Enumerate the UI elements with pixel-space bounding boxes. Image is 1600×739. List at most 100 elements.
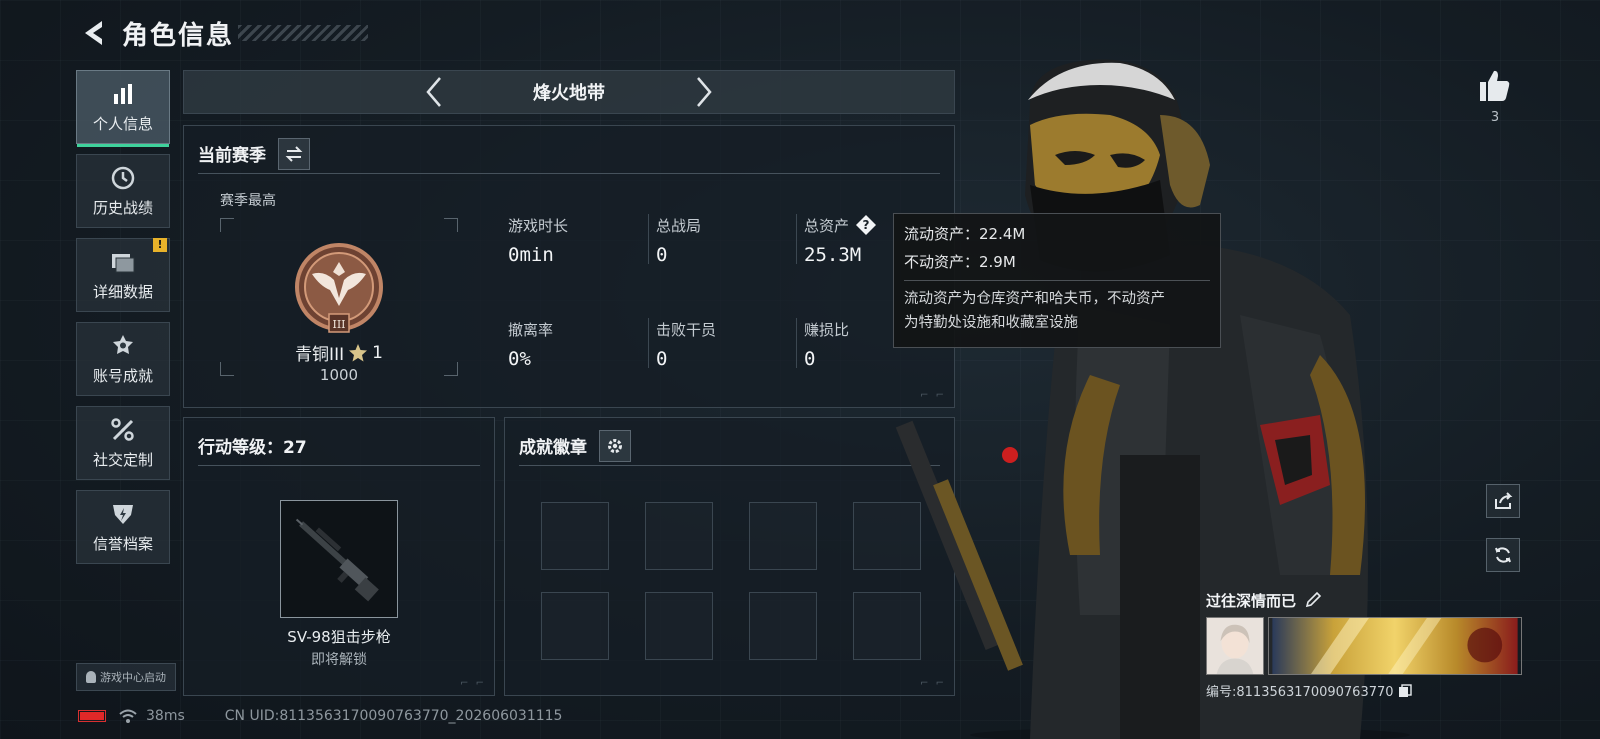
season-switch-button[interactable] (278, 137, 310, 170)
copy-icon[interactable] (1398, 683, 1412, 698)
player-name: 过往深情而已 (1206, 591, 1297, 610)
wifi-icon (119, 709, 137, 723)
page-title: 角色信息 (122, 20, 235, 51)
corner-decoration: ⌐ ⌐ (460, 678, 486, 689)
header: 角色信息 (78, 14, 369, 52)
folders-icon (110, 249, 136, 275)
sidebar-item-detail-data[interactable]: ! 详细数据 (76, 238, 170, 312)
season-panel-header: 当前赛季 (198, 134, 940, 174)
sidebar-item-label: 信誉档案 (92, 534, 153, 553)
game-center-launch-button[interactable]: 游戏中心启动 (76, 663, 176, 691)
badge-slot[interactable] (541, 592, 609, 660)
sidebar-item-credit-record[interactable]: 信誉档案 (76, 490, 170, 564)
swap-arrows-icon (285, 145, 303, 162)
sidebar-item-personal-info[interactable]: 个人信息 (76, 70, 170, 147)
weapon-name: SV-98狙击步枪 (287, 628, 391, 646)
mode-title: 烽火地带 (533, 83, 605, 104)
sidebar-item-label: 历史战绩 (92, 198, 153, 217)
refresh-icon (1495, 547, 1511, 563)
svg-text:III: III (332, 318, 345, 331)
status-bar: 38ms CN UID:8113563170090763770_20260603… (78, 708, 562, 724)
notice-badge: ! (153, 238, 167, 252)
help-icon[interactable]: ? (855, 214, 877, 236)
player-id-row: 编号:8113563170090763770 (1206, 681, 1522, 700)
sidebar-item-social-custom[interactable]: 社交定制 (76, 406, 170, 480)
bar-chart-icon (110, 81, 136, 107)
share-button[interactable] (1486, 484, 1520, 518)
badge-slot[interactable] (645, 502, 713, 570)
sidebar-item-label: 账号成就 (92, 366, 153, 385)
fixed-assets-text: 不动资产：2.9M (904, 253, 1016, 271)
tools-icon (110, 417, 136, 443)
share-icon (1495, 492, 1513, 509)
bronze-rank-emblem-icon: III (295, 243, 383, 333)
stat-label: 撤离率 (508, 320, 554, 339)
edit-pencil-icon[interactable] (1304, 591, 1322, 609)
liquid-assets-text: 流动资产：22.4M (904, 225, 1026, 243)
thumbs-up-icon[interactable] (1478, 68, 1512, 104)
achievement-icon (110, 333, 136, 359)
level-panel-header: 行动等级：27 (198, 426, 480, 466)
badge-slot[interactable] (541, 502, 609, 570)
season-best-label: 赛季最高 (220, 193, 276, 209)
star-icon (349, 343, 368, 361)
badge-slot[interactable] (645, 592, 713, 660)
player-card-images (1206, 617, 1522, 675)
stat-extract-rate: 撤离率 0% (508, 318, 648, 371)
svg-text:?: ? (863, 218, 870, 232)
stat-label: 总资产 (804, 216, 850, 235)
sidebar-item-label: 详细数据 (92, 282, 153, 301)
player-id: 编号:8113563170090763770 (1206, 685, 1394, 700)
badge-slot[interactable] (749, 592, 817, 660)
like-count: 3 (1490, 110, 1500, 125)
stat-label: 击败干员 (656, 320, 717, 339)
battery-icon (78, 710, 106, 722)
back-arrow-icon (85, 21, 102, 45)
clock-history-icon (110, 165, 136, 191)
player-card: 过往深情而已 编号:8113563170090763770 (1206, 587, 1522, 700)
rank-star-count: 1 (372, 342, 383, 363)
badge-settings-button[interactable] (599, 429, 631, 462)
mode-prev-button[interactable] (419, 72, 449, 112)
title-decoration (238, 25, 369, 41)
stat-value: 0min (508, 244, 554, 266)
ping-value: 38ms (146, 708, 185, 724)
launch-label: 游戏中心启动 (100, 671, 166, 684)
weapon-preview[interactable] (280, 500, 398, 618)
asset-desc-line2: 为特勤处设施和收藏室设施 (904, 315, 1078, 331)
sidebar-item-achievements[interactable]: 账号成就 (76, 322, 170, 396)
player-banner[interactable] (1268, 617, 1522, 675)
asset-tooltip: 流动资产：22.4M 不动资产：2.9M 流动资产为仓库资产和哈夫币，不动资产 … (893, 213, 1221, 348)
stat-total-matches: 总战局 0 (648, 214, 796, 266)
badge-slot[interactable] (749, 502, 817, 570)
sniper-rifle-icon (295, 518, 379, 602)
rank-score: 1000 (319, 366, 359, 384)
badges-panel-header: 成就徽章 (519, 426, 940, 466)
shield-bolt-icon (110, 501, 136, 527)
weapon-status: 即将解锁 (311, 652, 367, 668)
stat-play-time: 游戏时长 0min (508, 214, 648, 267)
mode-selector: 烽火地带 (183, 70, 955, 114)
stat-label: 游戏时长 (508, 216, 569, 235)
penguin-icon (86, 671, 96, 683)
season-panel: 当前赛季 赛季最高 III 青铜III 1 1000 游戏时长 0min 总战局… (183, 125, 955, 408)
mode-next-button[interactable] (689, 72, 719, 112)
rank-name-row: 青铜III 1 (220, 340, 458, 366)
sidebar-item-label: 个人信息 (92, 114, 153, 133)
rank-name: 青铜III (295, 345, 345, 365)
stat-operators-killed: 击败干员 0 (648, 318, 796, 370)
stat-label: 总战局 (656, 216, 702, 235)
player-name-row: 过往深情而已 (1206, 587, 1522, 613)
asset-desc-line1: 流动资产为仓库资产和哈夫币，不动资产 (904, 291, 1165, 307)
action-level-panel: 行动等级：27 SV-98狙击步枪 即将解锁 ⌐ ⌐ (183, 417, 495, 696)
sidebar-item-history[interactable]: 历史战绩 (76, 154, 170, 228)
refresh-button[interactable] (1486, 538, 1520, 572)
gear-icon (608, 438, 622, 453)
stat-value: 0% (508, 348, 531, 370)
stat-value: 0 (656, 244, 668, 266)
chevron-right-icon (697, 77, 712, 107)
back-button[interactable] (78, 14, 108, 52)
player-avatar[interactable] (1206, 617, 1264, 675)
season-title: 当前赛季 (198, 146, 266, 166)
action-level-title: 行动等级：27 (198, 438, 307, 458)
